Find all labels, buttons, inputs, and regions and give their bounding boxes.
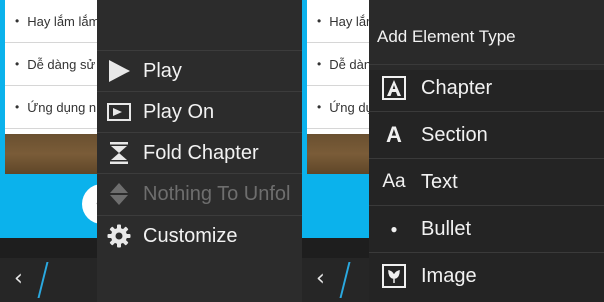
menu-item-fold-chapter[interactable]: Fold Chapter: [97, 132, 302, 173]
menu-header: Add Element Type: [369, 0, 604, 70]
list-item-text: Ứng dụng n: [27, 99, 97, 115]
menu-item-label: Play: [143, 59, 182, 82]
bullet-icon: ●: [390, 222, 398, 236]
menu-item-label: Section: [421, 123, 488, 146]
fold-icon: [107, 141, 131, 165]
bullet-dot: •: [317, 14, 322, 28]
menu-item-bullet[interactable]: ● Bullet: [369, 205, 604, 252]
menu-item-play[interactable]: Play: [97, 50, 302, 91]
bullet-dot: •: [15, 14, 20, 28]
list-item-text: Hay lắm lắm: [27, 13, 100, 29]
chapter-icon: [381, 75, 407, 101]
menu-item-unfold: Nothing To Unfol: [97, 173, 302, 214]
play-icon: [107, 59, 131, 83]
bullet-dot: •: [15, 57, 20, 71]
bullet-dot: •: [317, 100, 322, 114]
unfold-icon: [107, 182, 131, 206]
menu-item-label: Image: [421, 264, 477, 287]
back-button[interactable]: ‹: [14, 266, 23, 291]
list-item-text: Dễ dàng sử: [27, 56, 96, 72]
menu-item-image[interactable]: Image: [369, 252, 604, 299]
context-menu: Play Play On Fold Chapter Nothing To Unf…: [97, 0, 302, 302]
section-icon: A: [386, 122, 402, 147]
right-screen: • Hay lắm lắm • Dễ dàng sử • Ứng dụng n …: [302, 0, 604, 302]
menu-item-label: Nothing To Unfol: [143, 182, 291, 205]
menu-item-label: Bullet: [421, 217, 472, 240]
back-button[interactable]: ‹: [316, 266, 325, 291]
menu-item-customize[interactable]: Customize: [97, 215, 302, 256]
image-icon: [381, 263, 407, 289]
add-element-menu: Add Element Type Chapter A Section Aa Te…: [369, 0, 604, 302]
menu-item-label: Customize: [143, 224, 238, 247]
bullet-dot: •: [15, 100, 20, 114]
gear-icon: [107, 224, 131, 248]
menu-item-label: Play On: [143, 100, 215, 123]
play-on-icon: [107, 100, 131, 124]
menu-item-chapter[interactable]: Chapter: [369, 64, 604, 111]
menu-item-play-on[interactable]: Play On: [97, 91, 302, 132]
menu-item-label: Fold Chapter: [143, 141, 259, 164]
menu-item-section[interactable]: A Section: [369, 111, 604, 158]
menu-item-label: Chapter: [421, 76, 493, 99]
menu-title: Add Element Type: [377, 27, 516, 46]
text-icon: Aa: [382, 171, 406, 192]
left-screen: • Hay lắm lắm • Dễ dàng sử • Ứng dụng n …: [0, 0, 302, 302]
bullet-dot: •: [317, 57, 322, 71]
menu-item-text[interactable]: Aa Text: [369, 158, 604, 205]
menu-item-label: Text: [421, 170, 458, 193]
